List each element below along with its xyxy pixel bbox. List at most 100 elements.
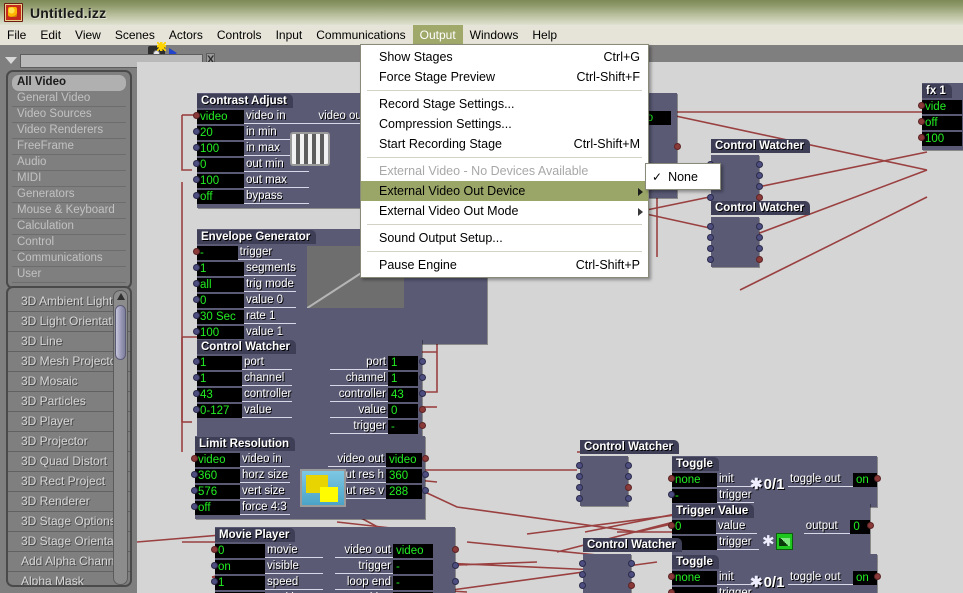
node-trigger-value[interactable]: Trigger Value ✱ 0 value output 0 - trigg… [668,503,874,554]
port-cwm4[interactable] [576,495,583,502]
value-mp-video-out[interactable]: video [393,544,433,558]
port-cw-out-value[interactable] [419,406,426,413]
port-tg-out[interactable] [874,475,881,482]
category-audio[interactable]: Audio [12,155,126,171]
value-trig-mode[interactable]: all [197,278,244,292]
port-tg-in-trigger[interactable] [668,491,675,498]
value-video-in[interactable]: video [197,110,244,124]
port-cwm1[interactable] [576,462,583,469]
port-tv-in-value[interactable] [668,522,675,529]
category-communications[interactable]: Communications [12,251,126,267]
port-env-trigger[interactable] [193,248,200,255]
port-b4[interactable] [707,256,714,263]
port-mp-out-trigger[interactable] [452,562,459,569]
value-tg-init[interactable]: none [672,473,717,487]
port-tgl-in-init[interactable] [668,573,675,580]
port-a8[interactable] [756,194,763,201]
menu-file[interactable]: File [0,25,33,45]
category-video-renderers[interactable]: Video Renderers [12,123,126,139]
value-cw-controller-in[interactable]: 43 [197,388,242,402]
menu-item-record-stage-settings[interactable]: Record Stage Settings... [361,94,648,114]
actor-3d-light-orientation[interactable]: 3D Light Orientatio [8,312,130,332]
output-dropdown-menu[interactable]: Show Stages Ctrl+G Force Stage Preview C… [360,44,649,278]
row-mp-movie[interactable]: 0 movie video out video [215,543,455,559]
value-lr-force43[interactable]: off [195,501,240,515]
port-fx-in-100[interactable] [918,134,925,141]
port-cwm5[interactable] [625,462,632,469]
category-all-video[interactable]: All Video [12,75,126,91]
actor-alpha-mask[interactable]: Alpha Mask [8,572,130,585]
value-mp-speed[interactable]: 1 [215,576,265,590]
value-value-1[interactable]: 100 [197,326,244,340]
caret-down-icon[interactable] [5,57,17,64]
value-mp-movie[interactable]: 0 [215,544,265,558]
port-a6[interactable] [756,172,763,179]
port-cw-out-controller[interactable] [419,390,426,397]
port-cwm3[interactable] [576,484,583,491]
port-env-trigmode[interactable] [193,280,200,287]
value-value-0[interactable]: 0 [197,294,244,308]
row-fx-off[interactable]: off [922,115,963,131]
port-cwm6[interactable] [625,473,632,480]
actor-3d-line[interactable]: 3D Line [8,332,130,352]
port-cwb1[interactable] [579,560,586,567]
port-cw-in-value[interactable] [193,406,200,413]
menu-bar[interactable]: File Edit View Scenes Actors Controls In… [0,25,963,46]
value-trigger[interactable]: - [197,246,238,260]
value-fx-100[interactable]: 100 [922,132,962,146]
scrollbar-thumb[interactable] [115,305,126,360]
node-control-watcher-bottom-right[interactable]: Control Watcher [579,538,683,593]
actor-3d-mesh-projector[interactable]: 3D Mesh Projector [8,352,130,372]
category-calculation[interactable]: Calculation [12,219,126,235]
row-fx-video[interactable]: vide [922,99,963,115]
submenu-item-none[interactable]: ✓ None [646,167,720,186]
actor-list[interactable]: 3D Ambient Light 3D Light Orientatio 3D … [6,286,132,587]
value-cw-port-in[interactable]: 1 [197,356,242,370]
menu-item-force-stage-preview[interactable]: Force Stage Preview Ctrl-Shift+F [361,67,648,87]
port-cw-in-channel[interactable] [193,374,200,381]
node-limit-resolution[interactable]: Limit Resolution video video in video ou… [191,436,429,519]
actor-3d-stage-orientation[interactable]: 3D Stage Orientat [8,532,130,552]
row-in-min[interactable]: 20 in min [197,125,372,141]
value-cw-port-out[interactable]: 1 [388,356,418,370]
port-in-bypass[interactable] [193,192,200,199]
category-user[interactable]: User [12,267,126,283]
row-mp-speed[interactable]: 1 speed loop end - [215,575,455,591]
port-in-video[interactable] [193,112,200,119]
port-b6[interactable] [756,234,763,241]
port-b5[interactable] [756,223,763,230]
port-env-segments[interactable] [193,264,200,271]
menu-input[interactable]: Input [269,25,310,45]
port-in-outmax[interactable] [193,176,200,183]
port-cw-in-port[interactable] [193,358,200,365]
value-lr-outresv[interactable]: 288 [386,485,422,499]
row-fx-100[interactable]: 100 [922,131,963,147]
port-env-value0[interactable] [193,296,200,303]
port-tg-in-init[interactable] [668,475,675,482]
category-freeframe[interactable]: FreeFrame [12,139,126,155]
port-in-outmin[interactable] [193,160,200,167]
menu-controls[interactable]: Controls [210,25,269,45]
node-control-watcher-top-b[interactable]: Control Watcher [707,201,811,267]
row-video-in[interactable]: video video in video out [197,109,372,125]
value-out-max[interactable]: 100 [197,174,244,188]
row-out-min[interactable]: 0 out min [197,157,372,173]
port-cwm7[interactable] [625,484,632,491]
node-movie-player[interactable]: Movie Player 0 movie video out video on … [211,527,459,593]
value-lr-video-out[interactable]: video [386,453,422,467]
value-segments[interactable]: 1 [197,262,244,276]
menu-item-pause-engine[interactable]: Pause Engine Ctrl-Shift+P [361,255,648,275]
value-fx-off[interactable]: off [922,116,962,130]
menu-item-external-video-out-device[interactable]: External Video Out Device [361,181,648,201]
actor-3d-stage-options[interactable]: 3D Stage Options [8,512,130,532]
node-control-watcher-mid-right[interactable]: Control Watcher [576,440,680,506]
node-fx-1[interactable]: fx 1 vide off 100 [918,83,963,150]
node-toggle-lower[interactable]: Toggle ✱0/1 none init toggle out on - tr… [668,554,881,593]
port-cw-out-trigger[interactable] [419,422,426,429]
row-cw-value[interactable]: 0-127 value value 0 [197,403,422,419]
port-b2[interactable] [707,234,714,241]
value-lr-vert[interactable]: 576 [195,485,240,499]
port-cwb3[interactable] [579,582,586,589]
menu-help[interactable]: Help [525,25,564,45]
port-mp-in-visible[interactable] [211,562,218,569]
